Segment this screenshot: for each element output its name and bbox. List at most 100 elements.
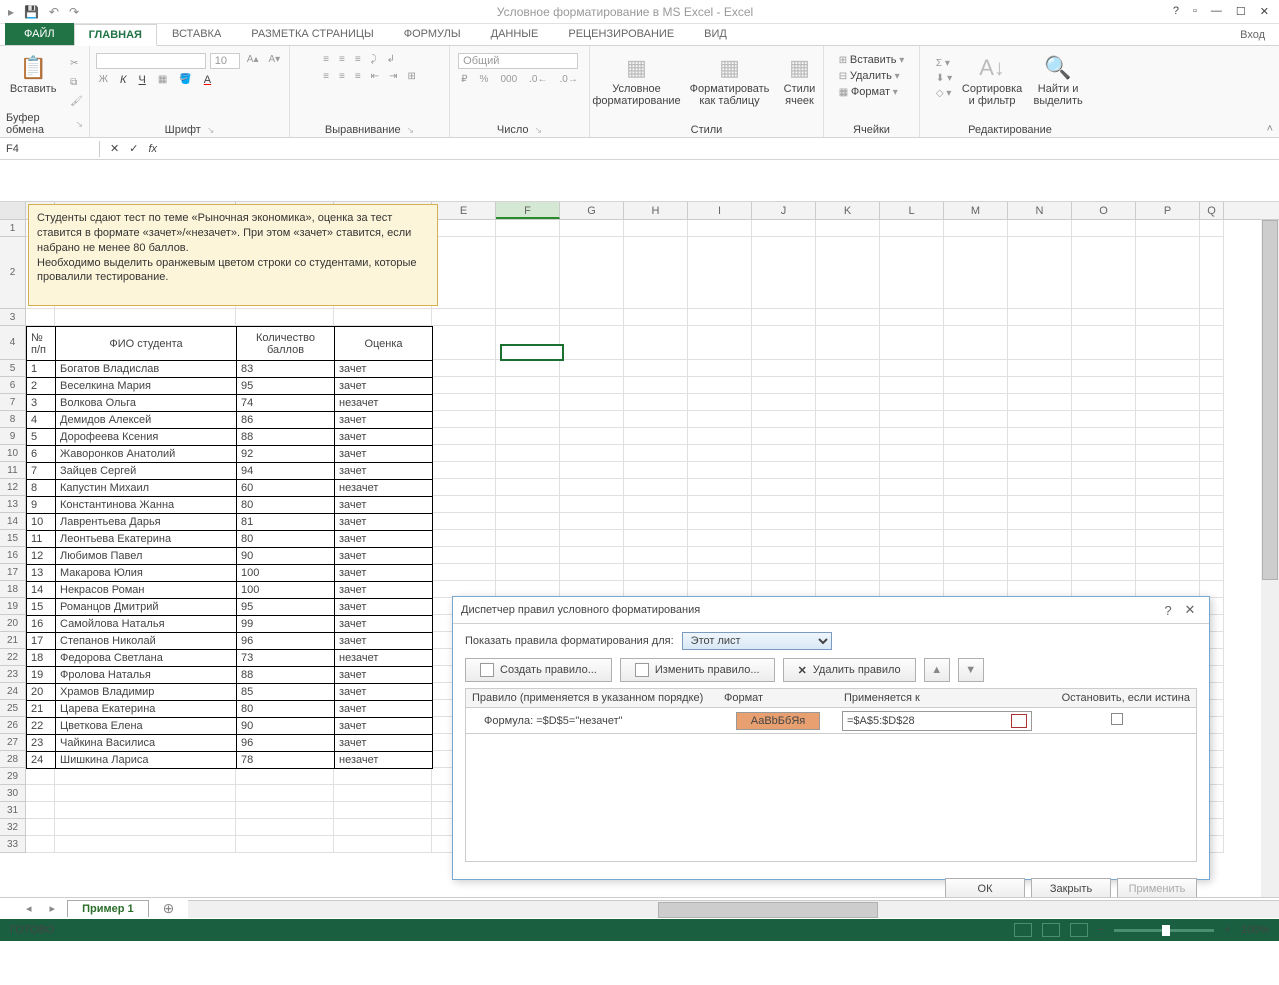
col-applies-header: Применяется к [838,689,1038,707]
excel-icon: ▸ [8,5,14,19]
font-color-icon[interactable]: A [201,73,214,87]
rule-row[interactable]: Формула: =$D$5="незачет" АаBbБбЯя =$A$5:… [465,708,1197,734]
cancel-formula-icon[interactable]: ✕ [110,142,119,155]
redo-icon[interactable]: ↷ [69,5,79,19]
number-format-select[interactable]: Общий [458,53,578,69]
add-sheet-icon[interactable]: ⊕ [155,900,183,917]
clear-icon[interactable]: ◇ ▾ [933,87,955,100]
cell-styles-button[interactable]: ▦Стили ячеек [776,53,824,109]
align-bottom-icon[interactable]: ≡ [352,53,364,66]
maximize-icon[interactable]: ☐ [1236,5,1246,18]
name-box[interactable]: F4 [0,141,100,157]
dec-decimal-icon[interactable]: .0→ [556,73,580,86]
number-launcher-icon[interactable]: ↘ [535,125,543,136]
delete-cells-button[interactable]: ⊟ Удалить ▾ [836,69,903,83]
range-picker-icon[interactable] [1011,714,1027,728]
orientation-icon[interactable]: ⤸ [368,53,380,66]
tab-home[interactable]: ГЛАВНАЯ [74,24,157,46]
page-layout-view-icon[interactable] [1042,923,1060,937]
align-left-icon[interactable]: ≡ [320,70,332,83]
grow-font-icon[interactable]: A▴ [244,53,262,69]
close-button[interactable]: Закрыть [1031,878,1111,897]
formula-bar[interactable] [0,160,1279,202]
align-center-icon[interactable]: ≡ [336,70,348,83]
horizontal-scrollbar[interactable] [188,900,1279,918]
sort-filter-button[interactable]: A↓Сортировка и фильтр [959,53,1025,109]
insert-cells-button[interactable]: ⊞ Вставить ▾ [836,53,908,67]
align-top-icon[interactable]: ≡ [320,53,332,66]
border-icon[interactable]: ▦ [155,73,170,87]
shrink-font-icon[interactable]: A▾ [266,53,284,69]
move-up-button[interactable]: ▲ [924,658,950,682]
italic-icon[interactable]: К [117,73,129,87]
ok-button[interactable]: ОК [945,878,1025,897]
note-text: Студенты сдают тест по теме «Рыночная эк… [28,204,438,306]
save-icon[interactable]: 💾 [24,5,39,19]
conditional-formatting-button[interactable]: ▦Условное форматирование [590,53,684,109]
collapse-ribbon-icon[interactable]: ˄ [1267,123,1273,135]
font-name-select[interactable] [96,53,206,69]
zoom-out-icon[interactable]: − [1098,924,1104,936]
worksheet[interactable]: ABCDEFGHIJKLMNOPQ 1234567891011121314151… [0,202,1279,897]
format-cells-button[interactable]: ▦ Формат ▾ [836,85,901,99]
new-rule-button[interactable]: Создать правило... [465,658,612,682]
scope-select[interactable]: Этот лист [682,632,832,650]
undo-icon[interactable]: ↶ [49,5,59,19]
page-break-view-icon[interactable] [1070,923,1088,937]
indent-inc-icon[interactable]: ⇥ [386,70,400,83]
tab-formulas[interactable]: ФОРМУЛЫ [389,23,476,45]
font-size-select[interactable]: 10 [210,53,240,69]
merge-icon[interactable]: ⊞ [404,70,418,83]
clipboard-launcher-icon[interactable]: ↘ [75,119,83,130]
cut-icon[interactable]: ✂ [67,57,86,70]
align-right-icon[interactable]: ≡ [352,70,364,83]
fill-icon[interactable]: ⬇ ▾ [933,72,955,85]
stop-if-true-checkbox[interactable] [1111,713,1123,725]
indent-dec-icon[interactable]: ⇤ [368,70,382,83]
applies-to-input[interactable]: =$A$5:$D$28 [842,711,1032,731]
tab-layout[interactable]: РАЗМЕТКА СТРАНИЦЫ [236,23,388,45]
percent-icon[interactable]: % [477,73,492,86]
help-icon[interactable]: ? [1173,5,1179,18]
enter-formula-icon[interactable]: ✓ [129,142,138,155]
format-as-table-button[interactable]: ▦Форматировать как таблицу [688,53,772,109]
copy-icon[interactable]: ⧉ [67,76,86,89]
ribbon-options-icon[interactable]: ▫ [1193,5,1197,18]
find-select-button[interactable]: 🔍Найти и выделить [1029,53,1087,109]
tab-data[interactable]: ДАННЫЕ [476,23,554,45]
tab-nav-prev-icon[interactable]: ◂ [20,902,38,915]
sheet-tab[interactable]: Пример 1 [67,900,149,917]
paste-button[interactable]: 📋Вставить [3,53,63,97]
dialog-help-icon[interactable]: ? [1157,603,1179,618]
inc-decimal-icon[interactable]: .0← [526,73,550,86]
close-icon[interactable]: ✕ [1260,5,1269,18]
align-middle-icon[interactable]: ≡ [336,53,348,66]
normal-view-icon[interactable] [1014,923,1032,937]
format-painter-icon[interactable]: 🖌 [67,95,86,108]
delete-rule-button[interactable]: ✕Удалить правило [783,658,916,682]
autosum-icon[interactable]: Σ ▾ [933,57,955,70]
edit-rule-button[interactable]: Изменить правило... [620,658,775,682]
dialog-close-icon[interactable]: ✕ [1179,602,1201,618]
font-launcher-icon[interactable]: ↘ [207,125,215,136]
tab-nav-next-icon[interactable]: ▸ [44,902,62,915]
apply-button[interactable]: Применить [1117,878,1197,897]
tab-insert[interactable]: ВСТАВКА [157,23,236,45]
underline-icon[interactable]: Ч [136,73,149,87]
zoom-in-icon[interactable]: + [1224,924,1230,936]
tab-file[interactable]: ФАЙЛ [5,23,74,45]
signin-link[interactable]: Вход [1226,25,1279,45]
tab-view[interactable]: ВИД [689,23,742,45]
vertical-scrollbar[interactable] [1261,220,1279,897]
zoom-slider[interactable] [1114,929,1214,932]
fx-icon[interactable]: fx [148,143,157,155]
move-down-button[interactable]: ▼ [958,658,984,682]
minimize-icon[interactable]: — [1211,5,1222,18]
bold-icon[interactable]: Ж [96,73,111,87]
comma-icon[interactable]: 000 [497,73,520,86]
wrap-text-icon[interactable]: ↲ [384,53,398,66]
align-launcher-icon[interactable]: ↘ [407,125,415,136]
currency-icon[interactable]: ₽ [458,73,470,86]
fill-color-icon[interactable]: 🪣 [176,73,194,87]
tab-review[interactable]: РЕЦЕНЗИРОВАНИЕ [553,23,689,45]
